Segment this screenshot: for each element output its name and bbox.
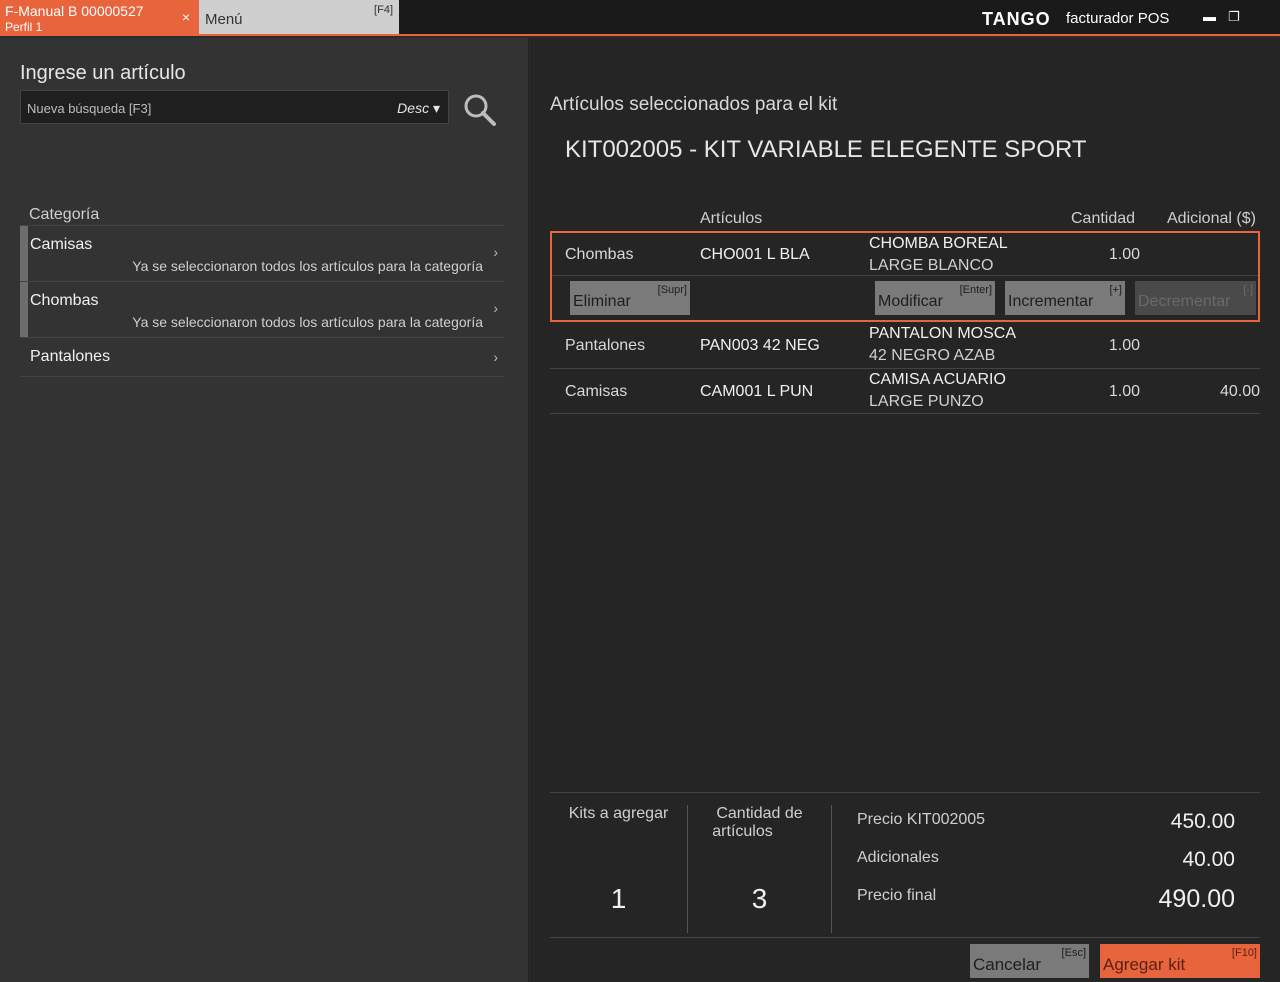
kits-value: 1 — [610, 883, 627, 914]
extras-label: Adicionales — [857, 849, 939, 866]
category-name: Pantalones — [30, 348, 111, 365]
minimize-icon[interactable]: ▬ — [1203, 9, 1216, 24]
increment-button[interactable]: Incrementar [+] — [1005, 281, 1125, 315]
row-desc: CAMISA ACUARIO — [869, 371, 1006, 388]
category-list: Camisas Ya se seleccionaron todos los ar… — [20, 225, 504, 377]
restore-icon[interactable]: ❐ — [1228, 9, 1240, 25]
chevron-right-icon: › — [493, 300, 498, 316]
category-item-chombas[interactable]: Chombas Ya se seleccionaron todos los ar… — [20, 281, 504, 337]
search-input[interactable]: Nueva búsqueda [F3] Desc ▾ — [20, 90, 449, 124]
modify-label: Modificar — [878, 293, 943, 310]
row-variant: 42 NEGRO AZAB — [869, 347, 996, 364]
category-name: Chombas — [30, 292, 99, 309]
row-variant: LARGE BLANCO — [869, 257, 994, 274]
add-kit-button[interactable]: Agregar kit [F10] — [1100, 944, 1260, 978]
count-label-line2: artículos — [712, 823, 773, 840]
row-category: Camisas — [565, 383, 628, 400]
table-row[interactable]: Camisas CAM001 L PUN CAMISA ACUARIO LARG… — [550, 369, 1260, 414]
add-kit-label: Agregar kit — [1103, 955, 1186, 974]
search-title: Ingrese un artículo — [20, 62, 186, 84]
decrement-shortcut: [-] — [1243, 284, 1253, 296]
category-note: Ya se seleccionaron todos los artículos … — [132, 258, 483, 274]
selection-bar — [20, 226, 28, 281]
article-search-panel: Ingrese un artículo Nueva búsqueda [F3] … — [0, 38, 529, 982]
tab-invoice[interactable]: F-Manual B 00000527 Perfil 1 × — [0, 0, 199, 34]
tab-menu-label: Menú — [205, 11, 243, 28]
row-extra: 40.00 — [1219, 383, 1260, 400]
cancel-shortcut: [Esc] — [1061, 947, 1086, 959]
extras-value: 40.00 — [1182, 848, 1235, 871]
modify-shortcut: [Enter] — [959, 284, 992, 296]
final-price-label: Precio final — [857, 887, 937, 904]
kit-summary: Kits a agregar 1 Cantidad de artículos 3… — [550, 792, 1260, 938]
category-note: Ya se seleccionaron todos los artículos … — [132, 314, 483, 330]
modify-button[interactable]: Modificar [Enter] — [875, 281, 995, 315]
count-label-line1: Cantidad de — [716, 805, 803, 822]
increment-label: Incrementar — [1008, 293, 1094, 310]
search-icon[interactable] — [462, 92, 498, 128]
kit-panel: Artículos seleccionados para el kit KIT0… — [530, 38, 1280, 982]
column-header-qty: Cantidad — [1071, 210, 1136, 227]
search-mode-dropdown[interactable]: Desc ▾ — [397, 100, 440, 117]
cancel-button[interactable]: Cancelar [Esc] — [970, 944, 1089, 978]
table-row[interactable]: Pantalones PAN003 42 NEG PANTALON MOSCA … — [550, 323, 1260, 369]
kit-panel-title: Artículos seleccionados para el kit — [550, 94, 838, 115]
selection-bar — [20, 282, 28, 337]
category-item-pantalones[interactable]: Pantalones › — [20, 337, 504, 377]
category-name: Camisas — [30, 236, 93, 253]
row-desc: PANTALON MOSCA — [869, 325, 1016, 342]
column-header-extra: Adicional ($) — [1167, 210, 1256, 227]
row-variant: LARGE PUNZO — [869, 393, 984, 410]
row-qty: 1.00 — [1108, 383, 1140, 400]
count-value: 3 — [751, 883, 768, 914]
column-header-articles: Artículos — [700, 210, 763, 227]
kits-label: Kits a agregar — [568, 805, 669, 822]
row-category: Pantalones — [565, 337, 646, 354]
tab-menu-shortcut: [F4] — [374, 4, 393, 16]
tab-menu[interactable]: Menú [F4] — [199, 0, 399, 34]
chevron-right-icon: › — [493, 349, 498, 365]
row-desc: CHOMBA BOREAL — [869, 235, 1008, 252]
increment-shortcut: [+] — [1109, 284, 1122, 296]
row-category: Chombas — [565, 246, 634, 263]
article-count: Cantidad de artículos 3 — [688, 805, 831, 933]
row-code: CAM001 L PUN — [700, 383, 814, 400]
tab-invoice-title: F-Manual B 00000527 — [5, 3, 144, 19]
decrement-button[interactable]: Decrementar [-] — [1135, 281, 1256, 315]
row-qty: 1.00 — [1108, 337, 1140, 354]
final-price-value: 490.00 — [1158, 885, 1235, 913]
cancel-label: Cancelar — [973, 955, 1042, 974]
close-icon[interactable]: × — [182, 9, 190, 25]
add-kit-shortcut: [F10] — [1231, 947, 1257, 959]
delete-label: Eliminar — [573, 293, 631, 310]
table-row-selected[interactable]: Chombas CHO001 L BLA CHOMBA BOREAL LARGE… — [550, 231, 1260, 322]
delete-shortcut: [Supr] — [657, 284, 687, 296]
kit-code-name: KIT002005 - KIT VARIABLE ELEGENTE SPORT — [565, 136, 1087, 163]
price-label: Precio KIT002005 — [857, 811, 986, 828]
title-bar: F-Manual B 00000527 Perfil 1 × Menú [F4]… — [0, 0, 1280, 36]
delete-button[interactable]: Eliminar [Supr] — [570, 281, 690, 315]
brand-logo: TANGO — [982, 9, 1051, 29]
brand-product: facturador POS — [1066, 10, 1170, 27]
row-code: CHO001 L BLA — [700, 246, 810, 263]
tab-invoice-profile: Perfil 1 — [5, 20, 43, 34]
row-details: Chombas CHO001 L BLA CHOMBA BOREAL LARGE… — [552, 233, 1258, 276]
decrement-label: Decrementar — [1138, 293, 1231, 310]
price-value: 450.00 — [1170, 810, 1235, 833]
divider — [831, 805, 832, 933]
chevron-right-icon: › — [493, 244, 498, 260]
category-item-camisas[interactable]: Camisas Ya se seleccionaron todos los ar… — [20, 225, 504, 281]
row-qty: 1.00 — [1108, 246, 1140, 263]
search-placeholder: Nueva búsqueda [F3] — [27, 101, 152, 116]
category-header: Categoría — [29, 206, 100, 223]
row-code: PAN003 42 NEG — [700, 337, 820, 354]
